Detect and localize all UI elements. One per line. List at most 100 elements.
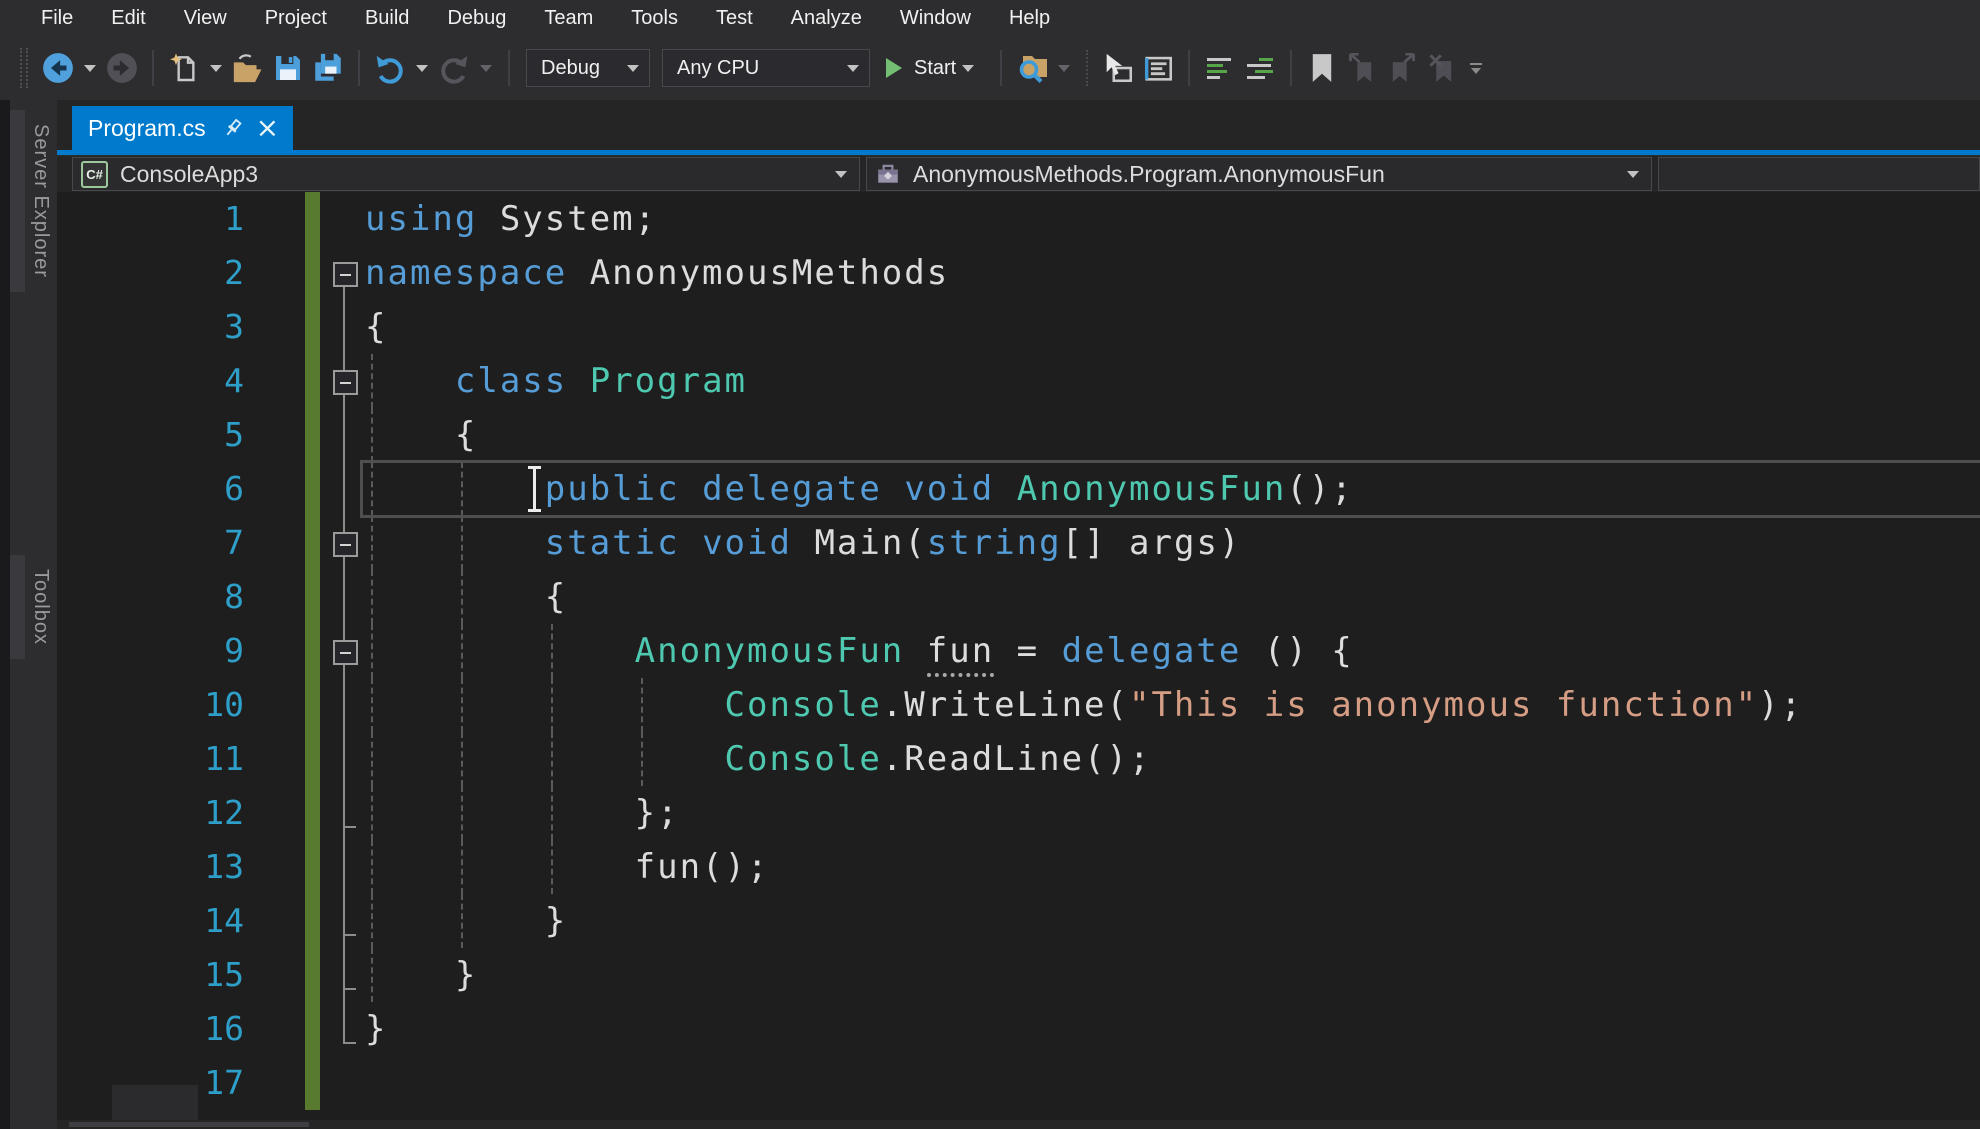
close-icon[interactable]: × [256, 114, 279, 142]
toggle-bookmark-button[interactable] [1304, 46, 1340, 90]
toolbar-separator [1290, 50, 1292, 86]
uncomment-icon [1247, 58, 1273, 79]
undo-button[interactable] [372, 46, 408, 90]
solution-configuration-select[interactable]: Debug [526, 49, 650, 87]
menu-item[interactable]: Debug [428, 3, 525, 34]
delegate-icon [875, 161, 901, 187]
member-list-icon [1101, 51, 1135, 85]
menu-item[interactable]: Window [881, 3, 990, 34]
code-text: static void Main(string[] args) [365, 516, 1241, 570]
line-number: 13 [57, 840, 244, 894]
code-line: 16} [57, 1002, 1980, 1056]
code-text: } [365, 894, 567, 948]
redo-caret-icon[interactable] [480, 65, 492, 72]
collapse-box-icon[interactable] [330, 246, 358, 300]
navigate-forward-icon [105, 51, 139, 85]
member-dropdown[interactable]: AnonymousMethods.Program.AnonymousFun [866, 157, 1652, 191]
save-all-button[interactable] [310, 46, 346, 90]
horizontal-scrollbar[interactable] [57, 1120, 1980, 1129]
start-label: Start [914, 57, 956, 80]
toolbar-overflow-button[interactable] [1470, 63, 1482, 74]
tab-title: Program.cs [88, 115, 206, 142]
code-text: { [365, 408, 477, 462]
redo-button[interactable] [436, 46, 472, 90]
menu-item[interactable]: Edit [92, 3, 164, 34]
menu-item[interactable]: Analyze [772, 3, 881, 34]
toolbar-grip[interactable] [20, 48, 28, 88]
code-editor[interactable]: 1using System;2namespace AnonymousMethod… [57, 192, 1980, 1120]
tab-program-cs[interactable]: Program.cs × [72, 106, 293, 150]
parameter-info-button[interactable] [1140, 46, 1176, 90]
outline-margin [330, 732, 358, 786]
comment-lines-button[interactable] [1202, 46, 1238, 90]
line-number: 6 [57, 462, 244, 516]
toolbar-separator [358, 50, 360, 86]
save-button[interactable] [270, 46, 306, 90]
solution-configuration-value: Debug [541, 57, 621, 80]
code-text: { [365, 300, 387, 354]
menu-item[interactable]: Test [697, 3, 772, 34]
new-file-caret-icon[interactable] [210, 65, 222, 72]
navigate-forward-button[interactable] [104, 46, 140, 90]
code-line: 5 { [57, 408, 1980, 462]
pin-icon[interactable] [222, 117, 244, 139]
code-text: public delegate void AnonymousFun(); [365, 462, 1354, 516]
undo-caret-icon[interactable] [416, 65, 428, 72]
outline-margin [330, 678, 358, 732]
toolbar-overflow-icon [1470, 63, 1482, 65]
new-file-icon [168, 52, 200, 84]
code-text: namespace AnonymousMethods [365, 246, 949, 300]
sidebar-item-toolbox[interactable]: Toolbox [10, 555, 56, 659]
member-list-button[interactable] [1100, 46, 1136, 90]
find-in-files-button[interactable] [1014, 46, 1050, 90]
line-number: 14 [57, 894, 244, 948]
line-number: 8 [57, 570, 244, 624]
toolbar-separator [1000, 50, 1002, 86]
code-text: using System; [365, 192, 657, 246]
new-file-button[interactable] [166, 46, 202, 90]
save-all-icon [311, 51, 345, 85]
sidebar-item-server-explorer[interactable]: Server Explorer [10, 110, 56, 292]
clear-bookmarks-button[interactable] [1424, 46, 1460, 90]
line-number: 9 [57, 624, 244, 678]
uncomment-lines-button[interactable] [1242, 46, 1278, 90]
collapse-box-icon[interactable] [330, 516, 358, 570]
navigate-backward-caret-icon[interactable] [84, 65, 96, 72]
previous-bookmark-button[interactable] [1344, 46, 1380, 90]
find-options-caret-icon[interactable] [1058, 65, 1070, 72]
previous-bookmark-icon [1348, 53, 1376, 83]
menu-item[interactable]: Build [346, 3, 428, 34]
solution-platform-select[interactable]: Any CPU [662, 49, 870, 87]
line-number: 3 [57, 300, 244, 354]
menu-item[interactable]: Tools [612, 3, 697, 34]
menu-item[interactable]: File [22, 3, 92, 34]
clear-bookmarks-icon [1428, 53, 1456, 83]
code-line: 13 fun(); [57, 840, 1980, 894]
start-debugging-button[interactable]: Start [886, 48, 980, 88]
menu-item[interactable]: View [165, 3, 246, 34]
next-bookmark-button[interactable] [1384, 46, 1420, 90]
outline-margin [330, 1056, 358, 1110]
menu-item[interactable]: Team [525, 3, 612, 34]
start-caret-icon [962, 65, 974, 72]
outline-margin [330, 1002, 358, 1056]
navigate-backward-button[interactable] [40, 46, 76, 90]
chevron-down-icon [1627, 171, 1639, 178]
project-dropdown[interactable]: C# ConsoleApp3 [72, 157, 860, 191]
menu-item[interactable]: Project [246, 3, 346, 34]
outline-margin [330, 192, 358, 246]
navigate-backward-icon [41, 51, 75, 85]
undo-icon [374, 52, 406, 84]
outline-margin [330, 570, 358, 624]
horizontal-scrollbar-thumb[interactable] [69, 1122, 309, 1127]
code-lines: 1using System;2namespace AnonymousMethod… [57, 192, 1980, 1110]
collapse-box-icon[interactable] [330, 354, 358, 408]
chevron-down-icon [627, 65, 639, 72]
toolbar-separator [508, 50, 510, 86]
toolbar-separator [1086, 50, 1088, 86]
code-line: 9 AnonymousFun fun = delegate () { [57, 624, 1980, 678]
menu-item[interactable]: Help [990, 3, 1069, 34]
open-file-button[interactable] [230, 46, 266, 90]
code-line: 11 Console.ReadLine(); [57, 732, 1980, 786]
collapse-box-icon[interactable] [330, 624, 358, 678]
